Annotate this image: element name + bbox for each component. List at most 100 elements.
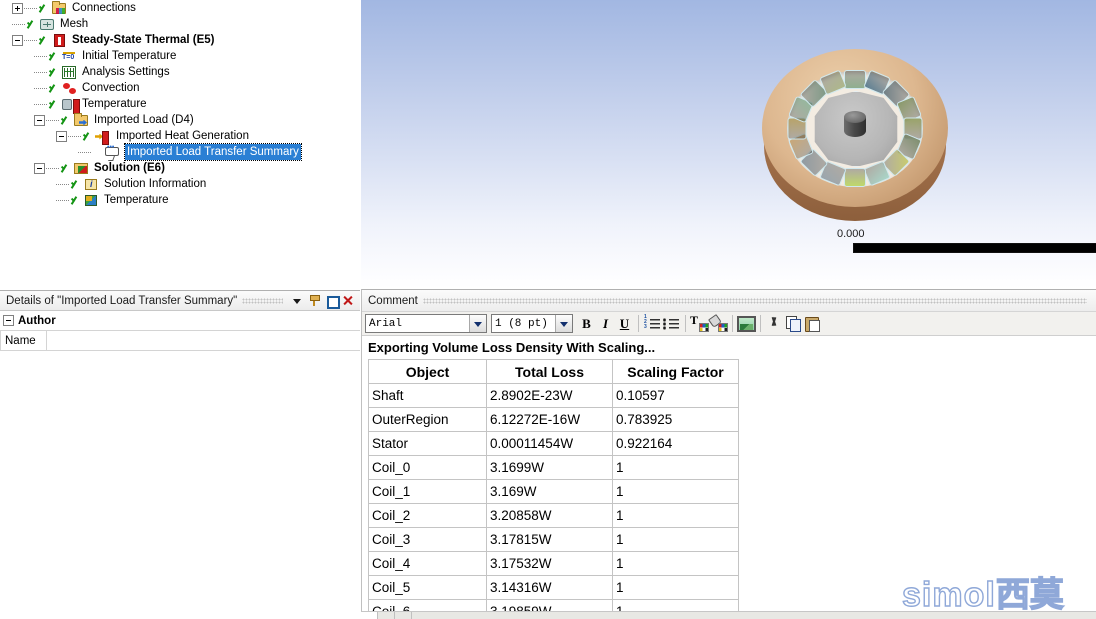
close-icon[interactable] xyxy=(341,293,356,308)
color-swatch xyxy=(718,323,728,332)
check-icon xyxy=(82,130,94,143)
paste-button[interactable] xyxy=(803,314,822,333)
insert-image-button[interactable] xyxy=(737,314,756,333)
toolbar-separator xyxy=(638,315,639,332)
object-cell: Coil_2 xyxy=(368,503,487,528)
tab-report-preview[interactable] xyxy=(395,612,412,619)
scaling-factor-cell: 0.922164 xyxy=(612,431,739,456)
comment-panel-title: Comment xyxy=(368,294,418,307)
details-row-name: Name xyxy=(0,331,360,351)
details-drag-handle[interactable] xyxy=(242,297,283,304)
comment-toolbar[interactable]: Arial 1 (8 pt) B I U xyxy=(362,312,1096,336)
maximize-icon[interactable] xyxy=(324,293,340,309)
tree-item-temperature[interactable]: Temperature xyxy=(0,192,360,208)
pin-icon[interactable] xyxy=(307,293,322,308)
scaling-factor-cell: 1 xyxy=(612,551,739,576)
object-cell: Coil_5 xyxy=(368,575,487,600)
cut-button[interactable] xyxy=(765,314,784,333)
shaft xyxy=(844,111,866,141)
check-icon xyxy=(70,178,82,191)
comment-body[interactable]: Exporting Volume Loss Density With Scali… xyxy=(362,337,1096,619)
bold-button[interactable]: B xyxy=(577,314,596,333)
tab-print-preview[interactable] xyxy=(378,612,395,619)
thermometer-icon-glyph xyxy=(54,33,65,47)
collapse-icon[interactable] xyxy=(56,130,67,142)
object-cell: OuterRegion xyxy=(368,407,487,432)
collapse-icon[interactable] xyxy=(34,162,45,174)
convection-icon-glyph xyxy=(62,82,77,95)
thermometer-icon xyxy=(51,33,68,48)
tree-item-initial-temperature[interactable]: Initial Temperature xyxy=(0,48,360,64)
object-cell: Coil_1 xyxy=(368,479,487,504)
total-loss-cell: 3.20858W xyxy=(486,503,613,528)
table-row: Coil_4 3.17532W 1 xyxy=(368,551,739,576)
text-color-button[interactable] xyxy=(690,313,709,333)
graphics-viewport[interactable]: 0.000 0.100 0.050 xyxy=(361,0,1096,289)
check-icon xyxy=(60,114,72,127)
tree-item-label: Temperature xyxy=(104,194,169,206)
collapse-icon[interactable] xyxy=(34,114,45,126)
numbered-list-button[interactable] xyxy=(643,314,662,333)
bottom-tab-strip[interactable] xyxy=(361,611,1096,619)
temperature-result-icon xyxy=(83,193,100,208)
tree-item-solution-e6[interactable]: Solution (E6) xyxy=(0,160,360,176)
bulleted-list-button[interactable] xyxy=(662,314,681,333)
collapse-icon[interactable] xyxy=(12,34,23,46)
check-icon xyxy=(38,34,50,47)
tree-item-label: Solution (E6) xyxy=(94,162,165,174)
tree-item-imported-load-transfer-summary[interactable]: Imported Load Transfer Summary xyxy=(0,143,360,161)
expand-icon[interactable] xyxy=(12,2,23,14)
imported-load-icon-glyph xyxy=(74,112,88,126)
tree-item-temperature[interactable]: Temperature xyxy=(0,96,360,114)
tree-item-imported-load-d4[interactable]: Imported Load (D4) xyxy=(0,112,360,128)
underline-button[interactable]: U xyxy=(615,314,634,333)
column-header: Total Loss xyxy=(486,359,613,384)
motor-stator-model[interactable] xyxy=(762,41,950,221)
fill-color-button[interactable] xyxy=(709,314,728,333)
details-group-author[interactable]: Author xyxy=(0,311,360,331)
column-header: Object xyxy=(368,359,487,384)
solution-folder-icon xyxy=(73,161,90,176)
font-family-select[interactable]: Arial xyxy=(365,314,487,333)
collapse-group-icon[interactable] xyxy=(3,315,14,326)
tree-item-convection[interactable]: Convection xyxy=(0,80,360,96)
comment-panel: Comment Arial 1 (8 pt) B I U 1 2 3 T Exp… xyxy=(361,289,1096,619)
scaling-factor-cell: 1 xyxy=(612,455,739,480)
tree-item-connections[interactable]: Connections xyxy=(0,0,360,16)
tree-connector xyxy=(34,64,48,80)
model-tree-panel[interactable]: Connections Mesh Steady-State Thermal (E5)… xyxy=(0,0,360,290)
cut-icon xyxy=(767,316,782,331)
tree-item-mesh[interactable]: Mesh xyxy=(0,16,360,32)
tree-connector xyxy=(24,32,38,48)
mesh-icon xyxy=(39,17,56,32)
tree-connector xyxy=(56,176,70,192)
scaling-factor-cell: 1 xyxy=(612,479,739,504)
scale-segment xyxy=(854,244,1096,252)
coil-segment xyxy=(844,69,866,89)
total-loss-cell: 3.1699W xyxy=(486,455,613,480)
tab-geometry[interactable] xyxy=(361,612,378,619)
tree-item-steady-state-thermal-e5[interactable]: Steady-State Thermal (E5) xyxy=(0,32,360,48)
table-row: Coil_3 3.17815W 1 xyxy=(368,527,739,552)
italic-button[interactable]: I xyxy=(596,314,615,333)
chevron-down-icon[interactable] xyxy=(555,315,572,332)
tree-item-label: Imported Heat Generation xyxy=(116,130,249,142)
tree-item-analysis-settings[interactable]: Analysis Settings xyxy=(0,64,360,80)
table-row: Shaft 2.8902E-23W 0.10597 xyxy=(368,383,739,408)
chevron-down-icon[interactable] xyxy=(290,293,305,308)
application-window: Connections Mesh Steady-State Thermal (E5)… xyxy=(0,0,1096,619)
comment-drag-handle[interactable] xyxy=(422,297,1087,304)
total-loss-cell: 6.12272E-16W xyxy=(486,407,613,432)
tree-item-solution-information[interactable]: Solution Information xyxy=(0,176,360,192)
copy-button[interactable] xyxy=(784,314,803,333)
solution-information-icon xyxy=(83,177,100,192)
details-panel: Details of "Imported Load Transfer Summa… xyxy=(0,290,360,619)
name-field[interactable] xyxy=(47,331,360,350)
tree-item-imported-heat-generation[interactable]: Imported Heat Generation xyxy=(0,128,360,145)
tree-item-label: Steady-State Thermal (E5) xyxy=(72,34,215,46)
copy-icon xyxy=(785,316,802,332)
paste-icon xyxy=(804,316,821,332)
total-loss-cell: 3.17815W xyxy=(486,527,613,552)
chevron-down-icon[interactable] xyxy=(469,315,486,332)
font-size-select[interactable]: 1 (8 pt) xyxy=(491,314,573,333)
